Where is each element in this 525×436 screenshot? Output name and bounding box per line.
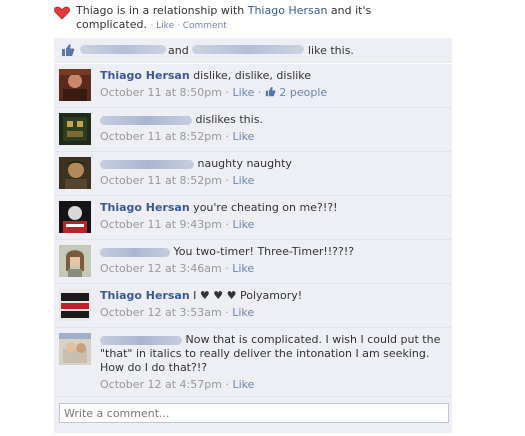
comment-like-link[interactable]: Like xyxy=(232,262,254,275)
comment-like-link[interactable]: Like xyxy=(232,174,254,187)
avatar[interactable] xyxy=(59,245,91,277)
story-comment-link[interactable]: Comment xyxy=(183,21,227,31)
blurred-name xyxy=(100,335,182,345)
comment-author[interactable]: Thiago Hersan xyxy=(100,69,190,82)
comment-body: dislikes this. October 11 at 8:52pm · Li… xyxy=(100,113,445,144)
story-actions: · Like · Comment xyxy=(150,21,227,31)
comment-author[interactable]: Thiago Hersan xyxy=(100,201,190,214)
avatar[interactable] xyxy=(59,289,91,321)
comment-time[interactable]: October 11 at 9:43pm xyxy=(100,218,222,231)
comment: naughty naughty October 11 at 8:52pm · L… xyxy=(54,152,452,196)
avatar[interactable] xyxy=(59,113,91,145)
comment-meta: October 12 at 3:46am · Like xyxy=(100,262,255,275)
comment-text: you're cheating on me?!?! xyxy=(189,201,338,214)
blurred-name xyxy=(100,115,192,125)
comment-body: Thiago Hersan I ♥ ♥ ♥ Polyamory! October… xyxy=(100,289,445,320)
avatar[interactable] xyxy=(59,157,91,189)
comment-text: dislike, dislike, dislike xyxy=(189,69,312,82)
comment-text: dislikes this. xyxy=(195,113,263,126)
avatar[interactable] xyxy=(59,69,91,101)
likes-suffix: like this. xyxy=(308,44,354,57)
comment: Thiago Hersan dislike, dislike, dislike … xyxy=(54,64,452,108)
comment-like-link[interactable]: Like xyxy=(232,130,254,143)
comment-like-link[interactable]: Like xyxy=(232,218,254,231)
thumbs-up-icon xyxy=(62,44,75,56)
comment-text: naughty naughty xyxy=(197,157,292,170)
story-text-prefix: Thiago is in a relationship with xyxy=(76,4,248,17)
blurred-name xyxy=(100,159,194,169)
comment-body: Thiago Hersan dislike, dislike, dislike … xyxy=(100,69,445,100)
story-text: Thiago is in a relationship with Thiago … xyxy=(76,4,406,33)
partner-link[interactable]: Thiago Hersan xyxy=(248,4,328,17)
comment-time[interactable]: October 11 at 8:52pm xyxy=(100,174,222,187)
comment-time[interactable]: October 12 at 3:46am xyxy=(100,262,222,275)
comment-like-link[interactable]: Like xyxy=(232,378,254,391)
comment: You two-timer! Three-Timer!!??!? October… xyxy=(54,240,452,284)
comment-time[interactable]: October 11 at 8:52pm xyxy=(100,130,222,143)
comment: Thiago Hersan I ♥ ♥ ♥ Polyamory! October… xyxy=(54,284,452,328)
comment-author[interactable]: Thiago Hersan xyxy=(100,289,190,302)
comment-text: You two-timer! Three-Timer!!??!? xyxy=(173,245,355,258)
comment-body: You two-timer! Three-Timer!!??!? October… xyxy=(100,245,445,276)
comment-meta: October 11 at 8:52pm · Like xyxy=(100,130,255,143)
comment-meta: October 11 at 8:50pm · Like · 2 people xyxy=(100,86,328,99)
comment-body: Thiago Hersan you're cheating on me?!?! … xyxy=(100,201,445,232)
comment-meta: October 11 at 8:52pm · Like xyxy=(100,174,255,187)
avatar[interactable] xyxy=(59,201,91,233)
comment-like-link[interactable]: Like xyxy=(232,86,254,99)
comment: Now that is complicated. I wish I could … xyxy=(54,328,452,397)
comment-time[interactable]: October 12 at 4:57pm xyxy=(100,378,222,391)
comment-body: naughty naughty October 11 at 8:52pm · L… xyxy=(100,157,445,188)
comment: dislikes this. October 11 at 8:52pm · Li… xyxy=(54,108,452,152)
comment-like-link[interactable]: Like xyxy=(232,306,254,319)
comment-likes-count[interactable]: 2 people xyxy=(279,86,327,99)
write-comment-area: Write a comment... xyxy=(54,397,452,433)
likes-and: and xyxy=(168,44,189,57)
heart-icon xyxy=(54,6,70,20)
thumbs-up-icon xyxy=(265,87,276,97)
avatar[interactable] xyxy=(59,333,91,365)
blurred-name xyxy=(100,247,170,257)
comment-meta: October 12 at 3:53am · Like xyxy=(100,306,255,319)
comment-input[interactable]: Write a comment... xyxy=(59,403,449,423)
blurred-name xyxy=(80,45,166,54)
comment-time[interactable]: October 12 at 3:53am xyxy=(100,306,222,319)
comment-meta: October 12 at 4:57pm · Like xyxy=(100,378,255,391)
comment-text: I ♥ ♥ ♥ Polyamory! xyxy=(189,289,303,302)
comment: Thiago Hersan you're cheating on me?!?! … xyxy=(54,196,452,240)
blurred-name xyxy=(192,45,304,54)
story-like-link[interactable]: Like xyxy=(156,21,174,31)
comment-meta: October 11 at 9:43pm · Like xyxy=(100,218,255,231)
likes-bar: and like this. xyxy=(54,38,452,63)
comment-body: Now that is complicated. I wish I could … xyxy=(100,333,445,392)
comment-time[interactable]: October 11 at 8:50pm xyxy=(100,86,222,99)
